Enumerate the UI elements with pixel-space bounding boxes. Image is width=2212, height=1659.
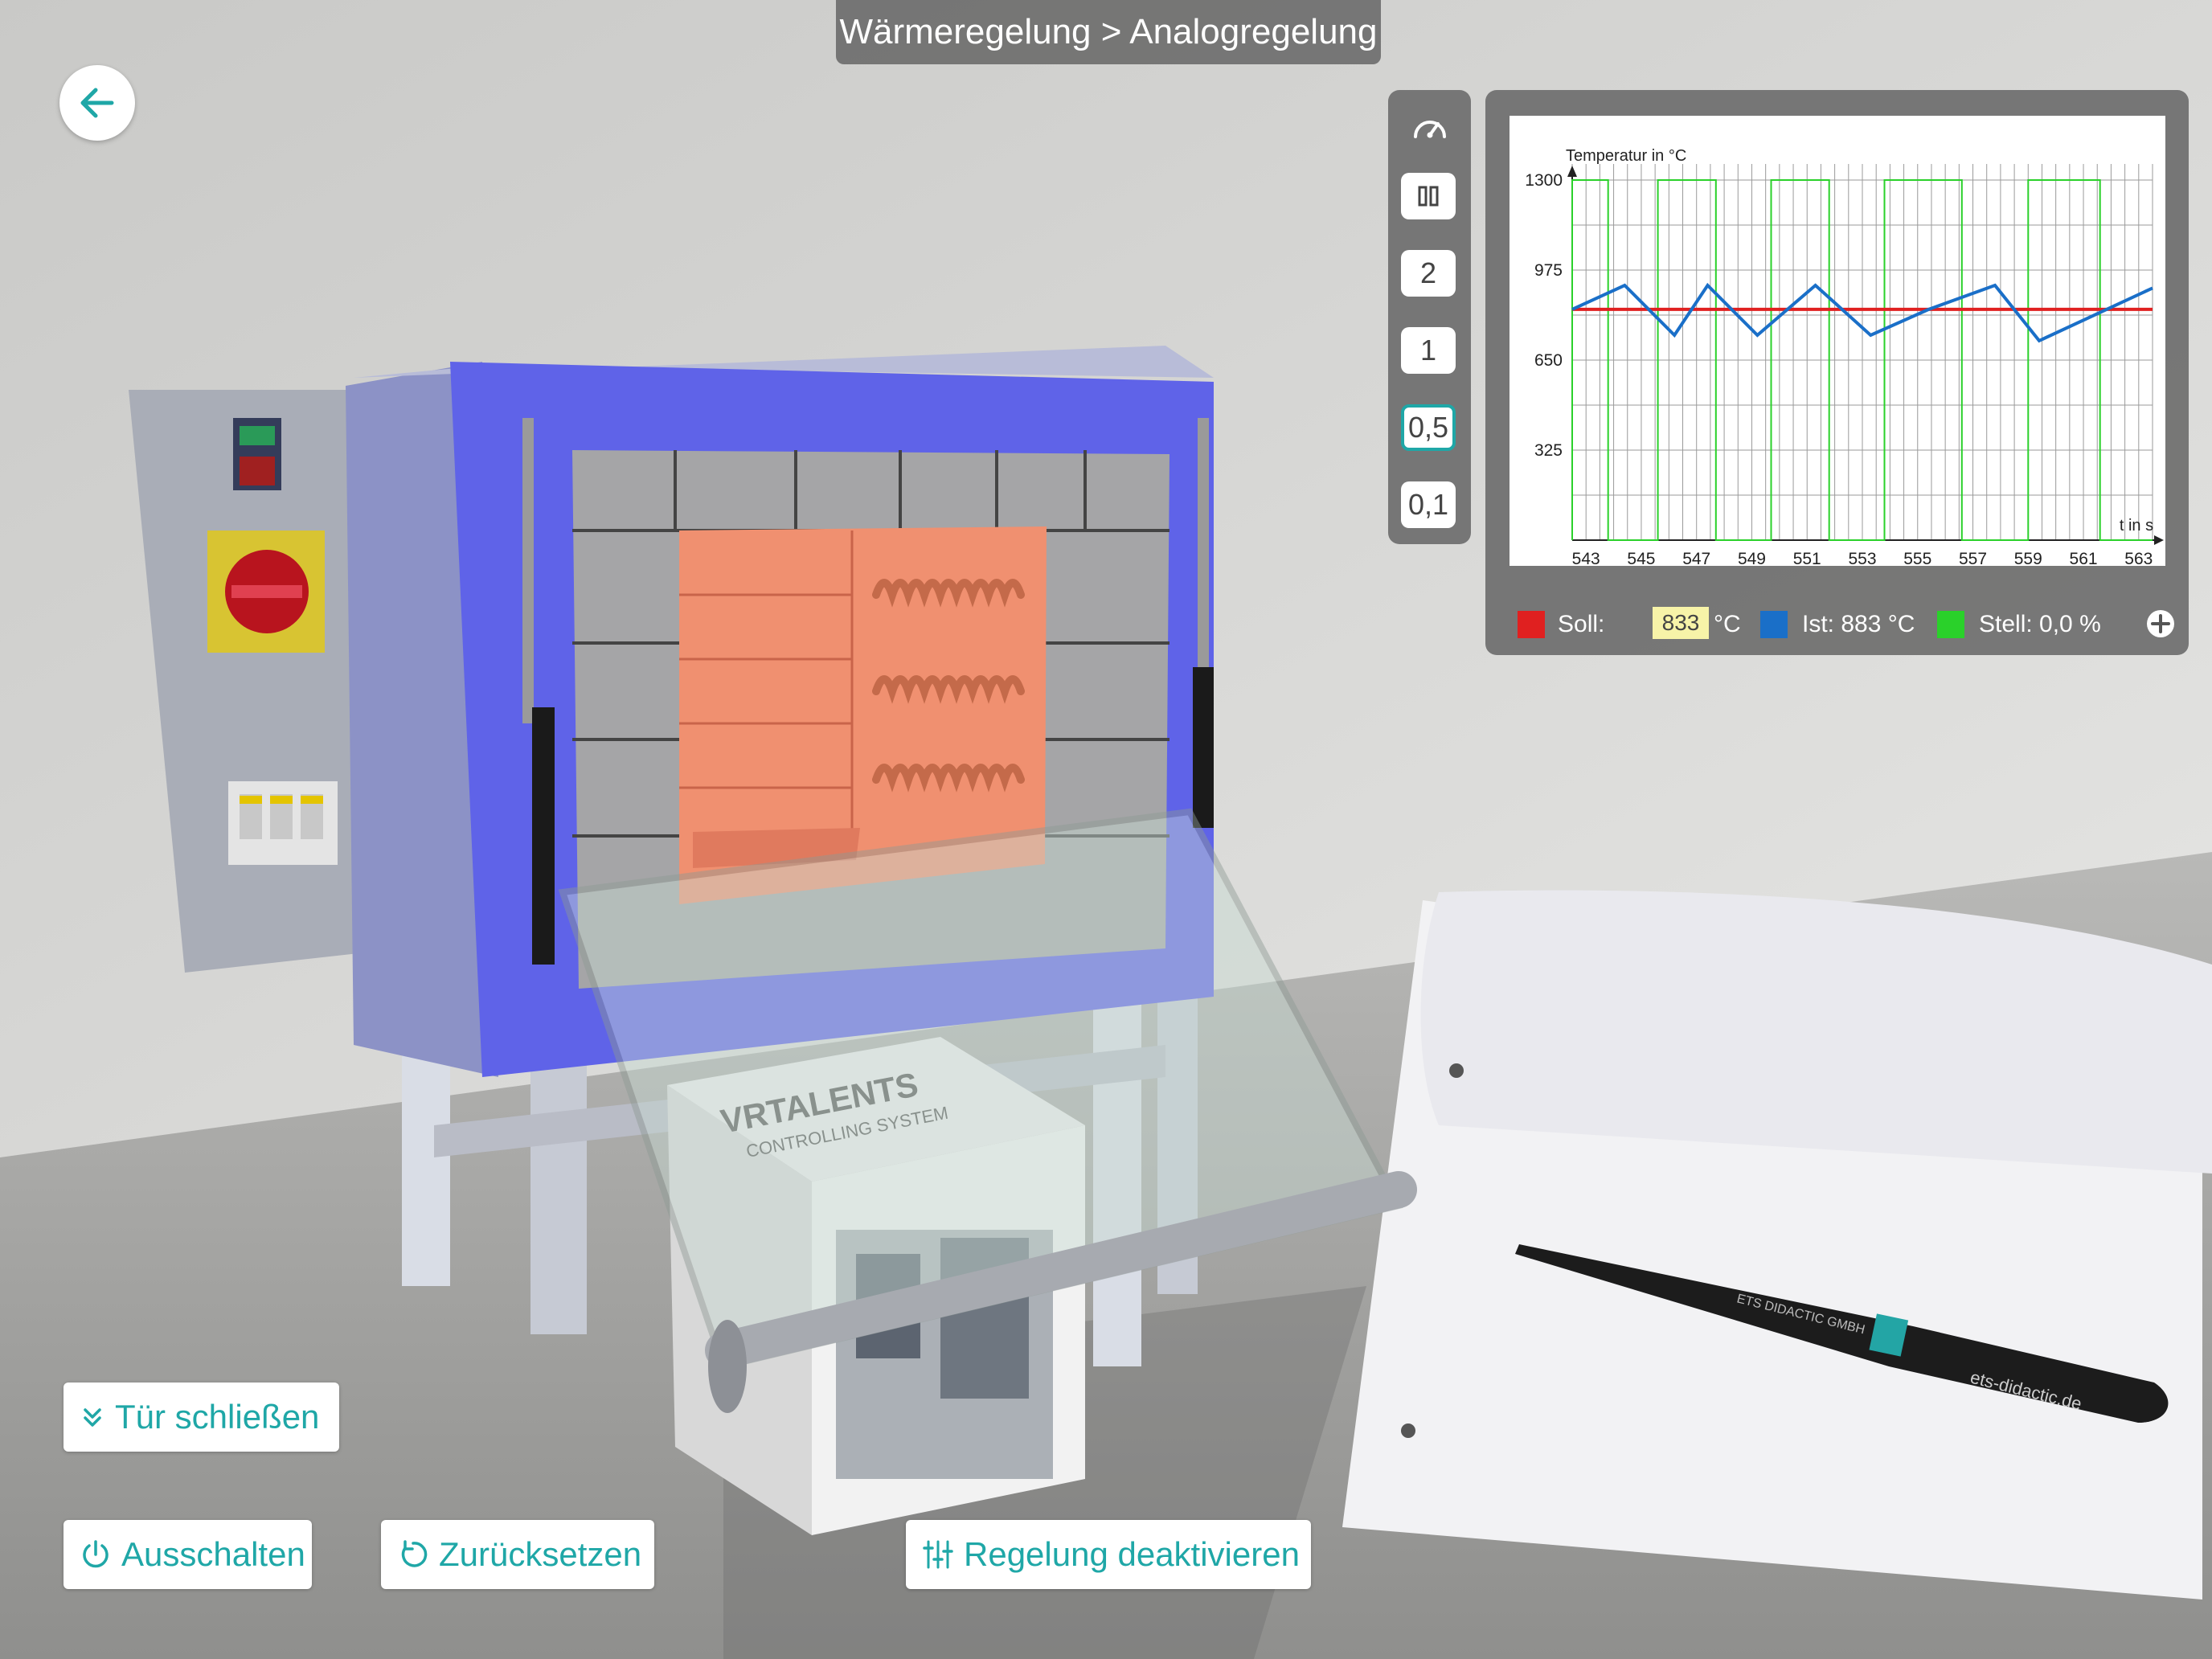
chevrons-down-icon (84, 1408, 101, 1427)
reset-icon (401, 1540, 428, 1567)
x-tick-label: 543 (1572, 550, 1600, 566)
speed-option-0-5[interactable]: 0,5 (1401, 404, 1456, 451)
close-door-label: Tür schließen (115, 1398, 320, 1436)
y-tick-label: 1300 (1525, 171, 1563, 190)
y-tick-label: 650 (1534, 351, 1563, 370)
x-tick-label: 555 (1903, 550, 1931, 566)
pause-button[interactable] (1401, 173, 1456, 219)
chart-panel: Temperatur in °C t in s 1300 975 650 325 543 54… (1485, 90, 2189, 655)
x-tick-label: 549 (1738, 550, 1766, 566)
speed-toolbar: 2 1 0,5 0,1 (1388, 90, 1471, 544)
power-off-label: Ausschalten (121, 1535, 305, 1573)
x-tick-label: 563 (2124, 550, 2153, 566)
speed-option-2[interactable]: 2 (1401, 250, 1456, 297)
deactivate-control-label: Regelung deaktivieren (964, 1535, 1300, 1573)
y-tick-label: 325 (1534, 441, 1563, 460)
chart-legend: Soll: 833 °C Ist: 883 °C Stell: 0,0 % (1518, 604, 2177, 645)
legend-soll-swatch (1518, 611, 1545, 638)
x-axis-arrow (2154, 535, 2164, 545)
x-tick-label: 545 (1627, 550, 1655, 566)
legend-stell-text: Stell: 0,0 % (1979, 611, 2101, 637)
add-plus-button[interactable] (2144, 608, 2177, 640)
x-tick-label: 551 (1793, 550, 1821, 566)
x-tick-label: 559 (2014, 550, 2042, 566)
x-axis-label: t in s (2120, 517, 2153, 535)
y-axis-label: Temperatur in °C (1566, 147, 1686, 165)
power-icon (83, 1540, 109, 1568)
reset-button[interactable]: Zurücksetzen (381, 1520, 654, 1589)
speedometer-icon (1409, 108, 1451, 150)
legend-stell-swatch (1937, 611, 1964, 638)
power-off-button[interactable]: Ausschalten (63, 1520, 312, 1589)
chart-svg: Temperatur in °C t in s 1300 975 650 325 543 54… (1525, 147, 2164, 568)
legend-ist-swatch (1760, 611, 1788, 638)
legend-ist-text: Ist: 883 °C (1802, 611, 1915, 637)
sliders-icon (923, 1540, 953, 1569)
temperature-chart: Temperatur in °C t in s 1300 975 650 325 543 54… (1509, 116, 2165, 568)
x-tick-label: 547 (1682, 550, 1710, 566)
pause-icon (1418, 186, 1439, 207)
speed-option-1[interactable]: 1 (1401, 327, 1456, 374)
legend-soll-unit: °C (1714, 611, 1741, 637)
setpoint-input[interactable]: 833 (1653, 607, 1709, 639)
breadcrumb: Wärmeregelung > Analogregelung (836, 0, 1381, 64)
y-axis-arrow (1567, 166, 1577, 177)
deactivate-control-button[interactable]: Regelung deaktivieren (906, 1520, 1311, 1589)
speed-option-0-1[interactable]: 0,1 (1401, 481, 1456, 528)
plus-circle-icon (2147, 610, 2174, 637)
x-tick-label: 557 (1959, 550, 1987, 566)
y-tick-label: 975 (1534, 261, 1563, 280)
close-door-button[interactable]: Tür schließen (63, 1382, 339, 1452)
reset-label: Zurücksetzen (439, 1535, 642, 1573)
back-button[interactable] (59, 65, 135, 141)
arrow-left-icon (80, 88, 114, 118)
notebook (1342, 890, 2212, 1600)
x-tick-label: 553 (1848, 550, 1876, 566)
x-tick-label: 561 (2070, 550, 2098, 566)
legend-soll-label: Soll: (1558, 611, 1605, 637)
